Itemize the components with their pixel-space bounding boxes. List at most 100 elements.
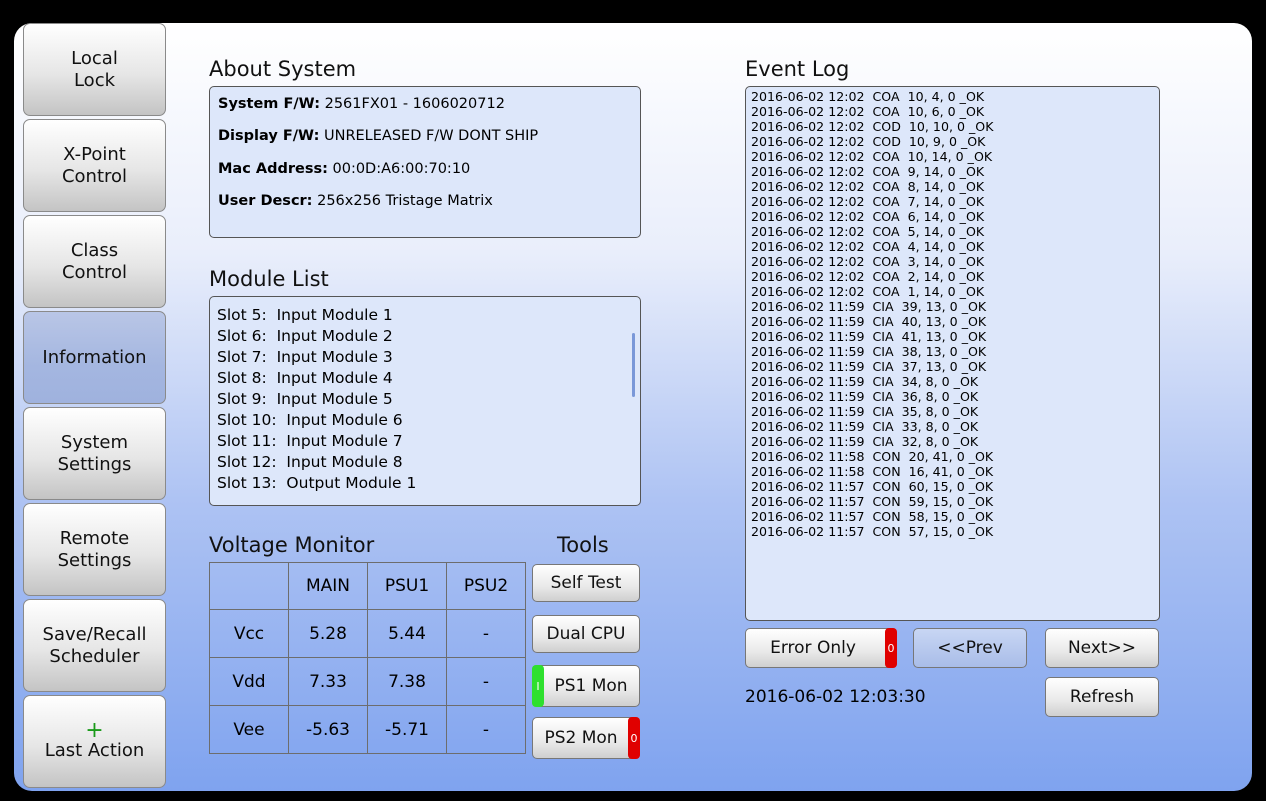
ps1-mon-label: PS1 Mon [554, 676, 628, 696]
self-test-label: Self Test [550, 573, 622, 593]
user-descr-label: User Descr: [218, 193, 313, 209]
current-timestamp: 2016-06-02 12:03:30 [745, 687, 926, 707]
refresh-button[interactable]: Refresh [1045, 677, 1159, 717]
list-item: Slot 5: Input Module 1 [217, 306, 393, 324]
log-entry: 2016-06-02 12:02 COA 10, 4, 0 _OK [751, 89, 985, 104]
log-entry: 2016-06-02 12:02 COA 5, 14, 0 _OK [751, 224, 985, 239]
log-entry: 2016-06-02 12:02 COA 7, 14, 0 _OK [751, 194, 985, 209]
log-entry: 2016-06-02 11:59 CIA 36, 8, 0 _OK [751, 389, 979, 404]
module-list-panel[interactable]: Slot 5: Input Module 1 Slot 6: Input Mod… [209, 296, 641, 506]
log-entry: 2016-06-02 11:58 CON 16, 41, 0 _OK [751, 464, 994, 479]
sidebar-item-system-settings[interactable]: System Settings [23, 407, 166, 500]
table-cell: - [446, 609, 526, 658]
ps1-status-indicator: I [532, 665, 544, 707]
table-row: Vdd 7.33 7.38 - [209, 657, 526, 706]
table-header-row: MAIN PSU1 PSU2 [209, 562, 526, 610]
voltage-monitor-title: Voltage Monitor [209, 533, 375, 557]
list-item: Slot 8: Input Module 4 [217, 369, 393, 387]
mac-address-label: Mac Address: [218, 161, 328, 177]
log-entry: 2016-06-02 12:02 COA 2, 14, 0 _OK [751, 269, 985, 284]
refresh-label: Refresh [1069, 687, 1135, 707]
log-entry: 2016-06-02 11:59 CIA 34, 8, 0 _OK [751, 374, 979, 389]
dual-cpu-label: Dual CPU [546, 624, 626, 644]
table-cell: - [446, 705, 526, 754]
system-fw-value: 2561FX01 - 1606020712 [324, 96, 505, 112]
log-entry: 2016-06-02 11:59 CIA 39, 13, 0 _OK [751, 299, 987, 314]
list-item: Slot 10: Input Module 6 [217, 411, 403, 429]
log-entry: 2016-06-02 11:59 CIA 40, 13, 0 _OK [751, 314, 987, 329]
log-entry: 2016-06-02 11:57 CON 57, 15, 0 _OK [751, 524, 994, 539]
table-cell: 7.33 [288, 657, 368, 706]
dual-cpu-button[interactable]: Dual CPU [532, 615, 640, 653]
sidebar-item-label: Remote Settings [57, 527, 132, 571]
ps2-mon-button[interactable]: PS2 Mon 0 [532, 717, 640, 759]
log-entry: 2016-06-02 11:57 CON 60, 15, 0 _OK [751, 479, 994, 494]
table-cell: 7.38 [367, 657, 447, 706]
plus-icon: + [85, 717, 104, 743]
display-fw-row: Display F/W: UNRELEASED F/W DONT SHIP [218, 128, 538, 144]
display-fw-value: UNRELEASED F/W DONT SHIP [323, 128, 539, 144]
mac-address-row: Mac Address: 00:0D:A6:00:70:10 [218, 161, 470, 177]
table-cell: -5.63 [288, 705, 368, 754]
table-cell: Vcc [209, 609, 289, 658]
sidebar: Local Lock X-Point Control Class Control… [14, 23, 167, 791]
table-cell: 5.44 [367, 609, 447, 658]
system-fw-row: System F/W: 2561FX01 - 1606020712 [218, 96, 505, 112]
module-list-scrollbar[interactable] [632, 333, 635, 397]
log-entry: 2016-06-02 12:02 COD 10, 9, 0 _OK [751, 134, 986, 149]
event-log-panel[interactable]: 2016-06-02 12:02 COA 10, 4, 0 _OK 2016-0… [745, 86, 1160, 621]
table-cell: - [446, 657, 526, 706]
error-only-label: Error Only [770, 638, 856, 658]
prev-button[interactable]: <<Prev [913, 628, 1027, 668]
list-item: Slot 6: Input Module 2 [217, 327, 393, 345]
log-entry: 2016-06-02 11:59 CIA 37, 13, 0 _OK [751, 359, 987, 374]
sidebar-item-label: Last Action [44, 739, 145, 761]
main-screen: Local Lock X-Point Control Class Control… [14, 23, 1252, 791]
system-fw-label: System F/W: [218, 96, 320, 112]
user-descr-value: 256x256 Tristage Matrix [317, 193, 493, 209]
table-row: Vee -5.63 -5.71 - [209, 705, 526, 754]
list-item: Slot 7: Input Module 3 [217, 348, 393, 366]
sidebar-item-class-control[interactable]: Class Control [23, 215, 166, 308]
log-entry: 2016-06-02 11:57 CON 58, 15, 0 _OK [751, 509, 994, 524]
sidebar-item-label: Local Lock [71, 47, 118, 91]
list-item: Slot 9: Input Module 5 [217, 390, 393, 408]
sidebar-item-label: Class Control [61, 239, 128, 283]
table-header-cell: PSU2 [446, 562, 526, 610]
sidebar-item-label: Information [42, 346, 147, 368]
error-only-indicator: 0 [885, 628, 897, 668]
log-entry: 2016-06-02 12:02 COA 3, 14, 0 _OK [751, 254, 985, 269]
table-header-cell: MAIN [288, 562, 368, 610]
log-entry: 2016-06-02 11:59 CIA 38, 13, 0 _OK [751, 344, 987, 359]
self-test-button[interactable]: Self Test [532, 564, 640, 602]
module-list-title: Module List [209, 267, 329, 291]
prev-label: <<Prev [937, 638, 1003, 658]
table-cell: -5.71 [367, 705, 447, 754]
log-entry: 2016-06-02 12:02 COA 8, 14, 0 _OK [751, 179, 985, 194]
voltage-table: MAIN PSU1 PSU2 Vcc 5.28 5.44 - Vdd 7.33 … [209, 562, 526, 754]
sidebar-item-information[interactable]: Information [23, 311, 166, 404]
table-header-cell: PSU1 [367, 562, 447, 610]
sidebar-item-label: X-Point Control [61, 143, 128, 187]
sidebar-item-remote-settings[interactable]: Remote Settings [23, 503, 166, 596]
sidebar-item-local-lock[interactable]: Local Lock [23, 23, 166, 116]
log-entry: 2016-06-02 12:02 COA 4, 14, 0 _OK [751, 239, 985, 254]
log-entry: 2016-06-02 12:02 COA 10, 14, 0 _OK [751, 149, 993, 164]
sidebar-item-save-recall-scheduler[interactable]: Save/Recall Scheduler [23, 599, 166, 692]
error-only-button[interactable]: Error Only 0 [745, 628, 897, 668]
table-cell: 5.28 [288, 609, 368, 658]
sidebar-item-x-point-control[interactable]: X-Point Control [23, 119, 166, 212]
list-item: Slot 12: Input Module 8 [217, 453, 403, 471]
about-system-title: About System [209, 57, 357, 81]
next-label: Next>> [1067, 638, 1137, 658]
next-button[interactable]: Next>> [1045, 628, 1159, 668]
sidebar-item-label: Save/Recall Scheduler [42, 623, 147, 667]
about-system-panel: System F/W: 2561FX01 - 1606020712 Displa… [209, 86, 641, 238]
event-log-title: Event Log [745, 57, 850, 81]
log-entry: 2016-06-02 11:59 CIA 32, 8, 0 _OK [751, 434, 979, 449]
ps1-mon-button[interactable]: I PS1 Mon [532, 665, 640, 707]
ps2-status-indicator: 0 [628, 717, 640, 759]
list-item: Slot 11: Input Module 7 [217, 432, 403, 450]
log-entry: 2016-06-02 12:02 COD 10, 10, 0 _OK [751, 119, 994, 134]
sidebar-item-last-action[interactable]: + Last Action [23, 695, 166, 788]
